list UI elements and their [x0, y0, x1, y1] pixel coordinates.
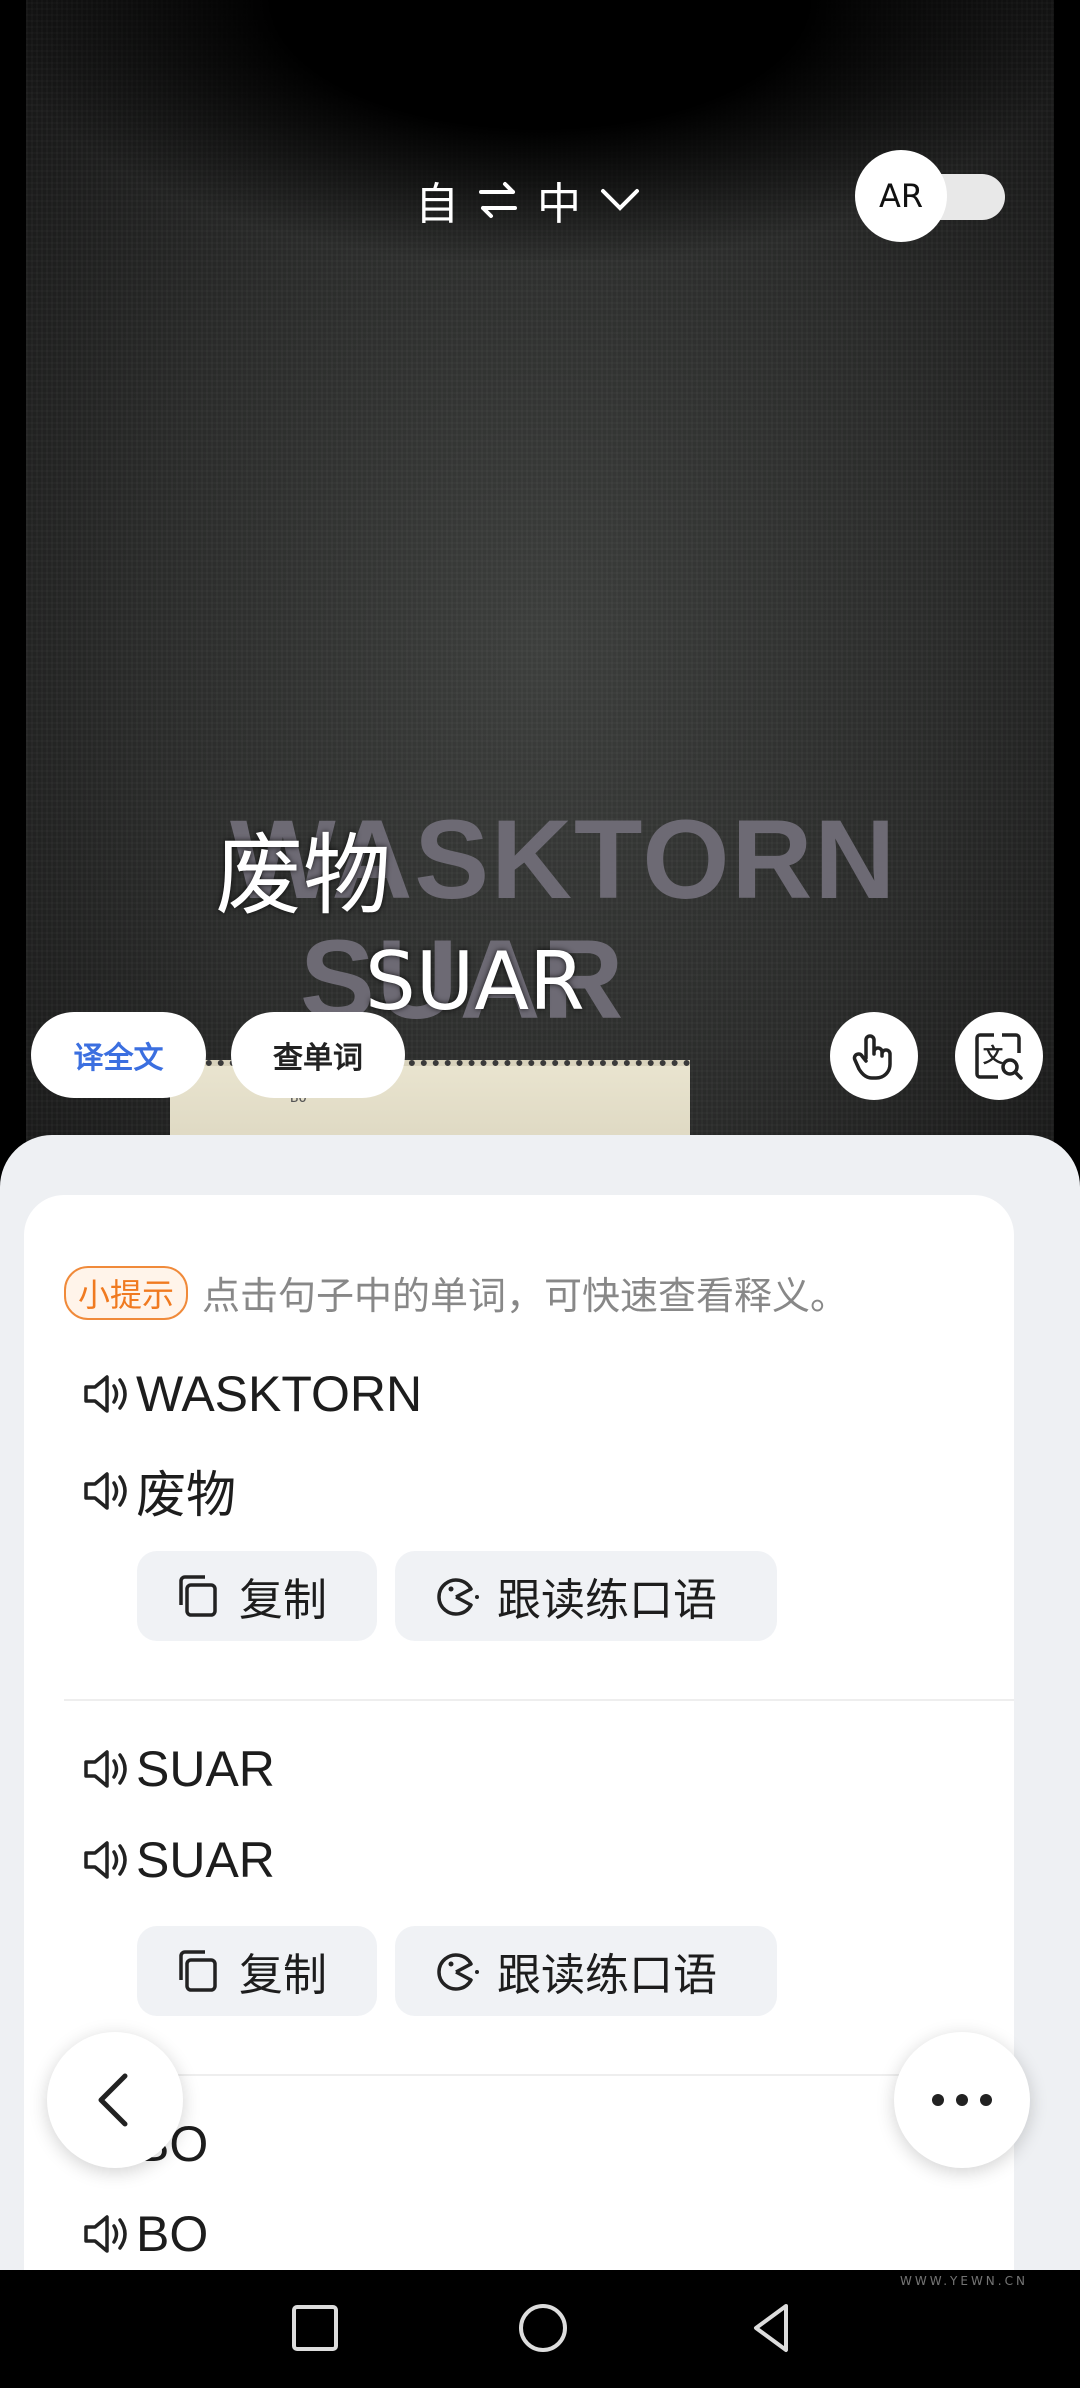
point-read-button[interactable]: [830, 1012, 918, 1100]
result-translation-line[interactable]: SUAR: [80, 1831, 275, 1889]
speaker-icon[interactable]: [80, 1465, 132, 1517]
back-button[interactable]: [47, 2032, 183, 2168]
shadow-reading-label: 跟读练口语: [497, 1575, 717, 1626]
language-selector[interactable]: 自 中: [415, 170, 643, 230]
shadow-reading-button[interactable]: 跟读练口语: [395, 1551, 777, 1641]
hand-pointer-icon: [852, 1034, 892, 1080]
result-source-text[interactable]: SUAR: [136, 1740, 275, 1798]
ar-label: AR: [878, 177, 924, 215]
ar-toggle-knob[interactable]: AR: [855, 150, 947, 242]
lookup-word-button[interactable]: 查单词: [231, 1012, 405, 1098]
translate-full-text-button[interactable]: 译全文: [31, 1012, 206, 1098]
result-translation-text[interactable]: 废物: [136, 1455, 236, 1527]
more-options-button[interactable]: [894, 2032, 1030, 2168]
result-translation-line[interactable]: BO: [80, 2205, 208, 2263]
speaker-icon[interactable]: [80, 1834, 132, 1886]
result-translation-text[interactable]: SUAR: [136, 1831, 275, 1889]
chevron-left-icon: [98, 2073, 128, 2127]
result-source-text[interactable]: WASKTORN: [136, 1365, 422, 1423]
speaker-icon[interactable]: [80, 2208, 132, 2260]
result-source-line[interactable]: SUAR: [80, 1740, 275, 1798]
ar-toggle[interactable]: AR: [855, 150, 1005, 242]
ar-translation-overlay-2[interactable]: SUAR: [365, 935, 585, 1028]
target-language[interactable]: 中: [537, 168, 581, 232]
watermark-url: WWW.YEWN.CN: [900, 2274, 1028, 2288]
copy-icon: [179, 1950, 217, 1992]
shadow-reading-button[interactable]: 跟读练口语: [395, 1926, 777, 2016]
tip-row: 小提示 点击句子中的单词，可快速查看释义。: [64, 1265, 848, 1320]
copy-button[interactable]: 复制: [137, 1551, 377, 1641]
swap-arrows-icon[interactable]: [475, 177, 521, 223]
copy-label: 复制: [239, 1950, 327, 2001]
copy-label: 复制: [239, 1575, 327, 1626]
copy-button[interactable]: 复制: [137, 1926, 377, 2016]
recent-apps-icon[interactable]: [285, 2298, 345, 2358]
source-language[interactable]: 自: [415, 168, 459, 232]
tip-badge: 小提示: [64, 1265, 189, 1320]
svg-text:文: 文: [983, 1043, 1004, 1067]
copy-icon: [179, 1575, 217, 1617]
tip-text: 点击句子中的单词，可快速查看释义。: [202, 1274, 849, 1318]
speaker-icon[interactable]: [80, 1743, 132, 1795]
speaking-practice-icon: [437, 1953, 479, 1991]
result-divider: [64, 1699, 1014, 1701]
speaking-practice-icon: [437, 1578, 479, 1616]
speaker-icon[interactable]: [80, 1368, 132, 1420]
image-translate-icon: 文: [975, 1033, 1023, 1080]
result-source-line[interactable]: WASKTORN: [80, 1365, 422, 1423]
home-icon[interactable]: [513, 2298, 573, 2358]
watermark: 荣耀渭南: [880, 2238, 1008, 2273]
result-translation-line[interactable]: 废物: [80, 1455, 236, 1527]
shadow-reading-label: 跟读练口语: [497, 1950, 717, 2001]
result-translation-text[interactable]: BO: [136, 2205, 208, 2263]
more-dots-icon: [932, 2094, 992, 2106]
image-translate-button[interactable]: 文: [955, 1012, 1043, 1100]
back-triangle-icon[interactable]: [742, 2298, 802, 2358]
chevron-down-icon[interactable]: [597, 177, 643, 223]
result-divider: [64, 2074, 1014, 2076]
ar-translation-overlay-1[interactable]: 废物: [215, 805, 391, 932]
